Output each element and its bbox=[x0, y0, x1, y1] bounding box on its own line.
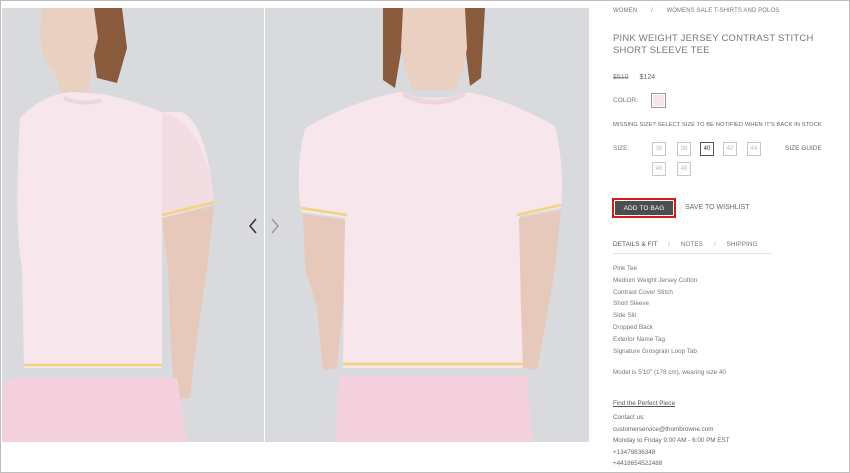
save-to-wishlist-link[interactable]: SAVE TO WISHLIST bbox=[685, 204, 750, 211]
breadcrumb-item-women[interactable]: WOMEN bbox=[613, 8, 637, 14]
model-size-note: Model is 5'10" (178 cm), wearing size 40 bbox=[613, 369, 726, 376]
size-option-42[interactable]: 42 bbox=[723, 142, 737, 156]
chevron-right-icon bbox=[271, 218, 279, 234]
size-option-38[interactable]: 38 bbox=[677, 142, 691, 156]
tab-separator: / bbox=[713, 241, 716, 248]
next-image-arrow[interactable] bbox=[268, 216, 282, 236]
size-option-36[interactable]: 36 bbox=[652, 142, 666, 156]
details-item: Signature Grosgrain Loop Tab bbox=[613, 347, 697, 355]
info-tabs: DETAILS & FIT / NOTES / SHIPPING bbox=[613, 241, 758, 248]
details-item: Pink Tee bbox=[613, 265, 638, 272]
color-swatch-pink[interactable] bbox=[651, 93, 666, 108]
find-perfect-piece-link[interactable]: Find the Perfect Piece bbox=[613, 400, 675, 407]
product-image-side[interactable] bbox=[2, 8, 264, 442]
tab-notes[interactable]: NOTES bbox=[681, 241, 703, 248]
contact-phone-uk[interactable]: +4418654522488 bbox=[613, 458, 730, 470]
swatch-fill bbox=[653, 95, 664, 106]
size-label: SIZE: bbox=[613, 145, 630, 152]
add-to-bag-button[interactable]: ADD TO BAG bbox=[615, 201, 673, 215]
size-option-46[interactable]: 46 bbox=[652, 162, 666, 176]
details-list: Pink Tee Medium Weight Jersey Cotton Con… bbox=[613, 263, 697, 357]
color-label: COLOR: bbox=[613, 97, 638, 104]
page-frame: WOMEN / WOMENS SALE T-SHIRTS AND POLOS P… bbox=[0, 0, 850, 473]
details-item: Contrast Cover Stitch bbox=[613, 288, 673, 296]
details-item: Medium Weight Jersey Cotton bbox=[613, 276, 698, 284]
sale-price: $124 bbox=[639, 74, 656, 81]
contact-email-link[interactable]: customerservice@thombrowne.com bbox=[613, 424, 730, 436]
contact-phone-us[interactable]: +13479836348 bbox=[613, 447, 730, 459]
price-block: $510 $124 bbox=[613, 74, 655, 81]
details-item: Short Sleeve bbox=[613, 300, 650, 308]
tab-separator: / bbox=[668, 241, 670, 248]
product-image-front[interactable] bbox=[265, 8, 589, 442]
tab-shipping[interactable]: SHIPPING bbox=[726, 241, 757, 248]
original-price: $510 bbox=[613, 74, 629, 81]
tab-details-fit[interactable]: DETAILS & FIT bbox=[613, 241, 657, 248]
breadcrumb: WOMEN / WOMENS SALE T-SHIRTS AND POLOS bbox=[613, 8, 779, 14]
size-option-44[interactable]: 44 bbox=[747, 142, 761, 156]
product-gallery bbox=[2, 8, 589, 442]
size-guide-link[interactable]: SIZE GUIDE bbox=[785, 145, 822, 152]
size-option-48[interactable]: 48 bbox=[677, 162, 691, 176]
previous-image-arrow[interactable] bbox=[246, 216, 260, 236]
color-selector: COLOR: bbox=[613, 93, 666, 108]
contact-label: Contact us: bbox=[613, 414, 645, 421]
size-option-40[interactable]: 40 bbox=[700, 142, 714, 156]
contact-hours: Monday to Friday 9:00 AM - 6:00 PM EST bbox=[613, 437, 730, 444]
missing-size-note: MISSING SIZE? SELECT SIZE TO BE NOTIFIED… bbox=[613, 122, 822, 128]
contact-block: Contact us: customerservice@thombrowne.c… bbox=[613, 412, 730, 470]
details-item: Dropped Back bbox=[613, 323, 653, 331]
details-item: Side Slit bbox=[613, 312, 637, 320]
add-to-bag-highlight[interactable]: ADD TO BAG bbox=[612, 198, 676, 218]
breadcrumb-item-category[interactable]: WOMENS SALE T-SHIRTS AND POLOS bbox=[667, 8, 780, 14]
product-title: PINK WEIGHT JERSEY CONTRAST STITCH SHORT… bbox=[613, 33, 814, 56]
breadcrumb-separator: / bbox=[650, 8, 653, 14]
tabs-divider bbox=[613, 253, 772, 254]
details-item: Exterior Name Tag bbox=[613, 335, 666, 343]
chevron-left-icon bbox=[249, 218, 257, 234]
